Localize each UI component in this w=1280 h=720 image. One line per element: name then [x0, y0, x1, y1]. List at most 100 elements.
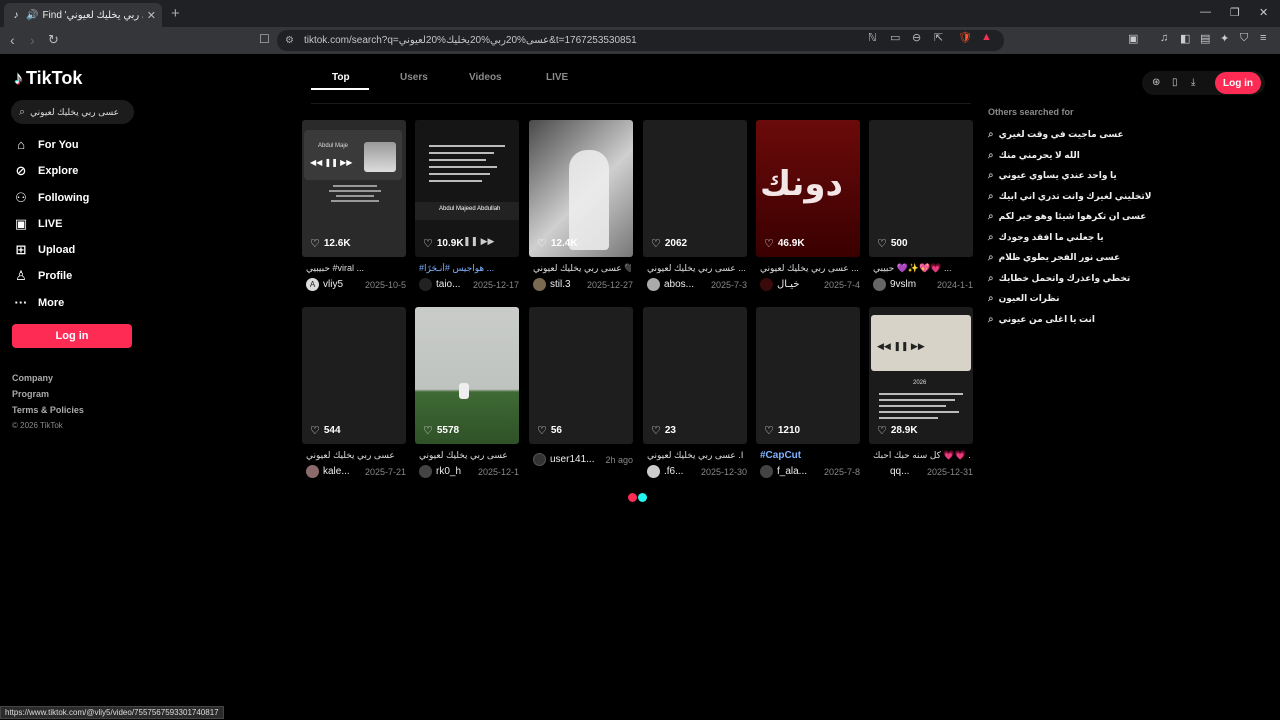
- avatar[interactable]: [873, 278, 886, 291]
- video-caption[interactable]: عسى ربي يخليك لعيوني .I ...: [647, 450, 745, 461]
- suggestion-item[interactable]: ⌕ عسى ان تكرهوا شيئا وهو خير لكم: [988, 211, 1146, 222]
- phone-icon[interactable]: ▯: [1172, 77, 1178, 88]
- suggestion-item[interactable]: ⌕ تخطي واعذرك واتحمل خطايك: [988, 273, 1130, 284]
- avatar[interactable]: [873, 465, 886, 478]
- video-thumbnail[interactable]: ♡ 500: [869, 120, 973, 257]
- username[interactable]: taio...: [436, 279, 460, 290]
- search-input[interactable]: ⌕ عسى ربي يخليك لعيوني: [11, 100, 134, 124]
- suggestion-item[interactable]: ⌕ نظرات العيون: [988, 293, 1060, 304]
- tab-users[interactable]: Users: [400, 72, 428, 83]
- video-thumbnail[interactable]: ♡ 1210: [756, 307, 860, 444]
- sidebar-item-following[interactable]: ⚇ Following: [13, 190, 89, 206]
- suggestion-item[interactable]: ⌕ يا جعلني ما افقد وجودك: [988, 232, 1104, 243]
- restore-icon[interactable]: ❐: [1230, 6, 1240, 19]
- video-thumbnail[interactable]: ◀◀ ❚❚ ▶▶ 2026 ♡ 28.9K: [869, 307, 973, 444]
- video-caption[interactable]: عسى ربي يخليك لعيوني ...: [647, 263, 745, 274]
- forward-icon[interactable]: ›: [30, 32, 35, 48]
- sidebar-item-live[interactable]: ▣ LIVE: [13, 216, 63, 232]
- tab-live[interactable]: LIVE: [546, 72, 568, 83]
- cast-icon[interactable]: ▭: [890, 31, 900, 44]
- translate-icon[interactable]: ℕ: [868, 31, 877, 44]
- video-caption[interactable]: عسى ربي يخليك لعيوني ...: [760, 263, 858, 274]
- share-icon[interactable]: ⇱: [934, 31, 943, 44]
- avatar[interactable]: [306, 465, 319, 478]
- reload-icon[interactable]: ↻: [48, 32, 59, 48]
- coin-icon[interactable]: ⊛: [1152, 77, 1160, 88]
- video-caption[interactable]: عسى ربي يخليك لعيوني: [419, 450, 517, 461]
- avatar[interactable]: [419, 278, 432, 291]
- avatar[interactable]: [647, 278, 660, 291]
- footer-link-program[interactable]: Program: [12, 389, 49, 399]
- header-login-button[interactable]: Log in: [1215, 72, 1261, 94]
- avatar[interactable]: [647, 465, 660, 478]
- avatar[interactable]: [419, 465, 432, 478]
- video-caption[interactable]: عسى ربي يخليك لعيوني: [306, 450, 404, 461]
- video-caption[interactable]: حبيبي 💜✨💖💗 ...: [873, 263, 971, 274]
- avatar[interactable]: [760, 278, 773, 291]
- sidebar-icon[interactable]: ◧: [1180, 32, 1190, 45]
- avatar[interactable]: [533, 453, 546, 466]
- wallet2-icon[interactable]: ▤: [1200, 32, 1210, 45]
- video-thumbnail[interactable]: دونك ♡ 46.9K: [756, 120, 860, 257]
- audio-icon[interactable]: 🔊: [26, 10, 38, 21]
- video-caption[interactable]: حبيبيي #viral ...: [306, 263, 404, 274]
- new-tab-icon[interactable]: +: [171, 5, 180, 22]
- video-thumbnail[interactable]: Abdul Maje ◀◀ ❚❚ ▶▶ ♡ 12.6K: [302, 120, 406, 257]
- leo-icon[interactable]: ✦: [1220, 32, 1229, 45]
- rewards-icon[interactable]: ▲: [981, 31, 992, 43]
- zoom-icon[interactable]: ⊖: [912, 31, 921, 44]
- username[interactable]: f_ala...: [777, 466, 807, 477]
- login-button[interactable]: Log in: [12, 324, 132, 348]
- tab-top[interactable]: Top: [332, 72, 350, 83]
- video-thumbnail[interactable]: ♡ 544: [302, 307, 406, 444]
- menu-icon[interactable]: ≡: [1260, 32, 1266, 44]
- sidebar-item-upload[interactable]: ⊞ Upload: [13, 242, 76, 258]
- footer-link-terms[interactable]: Terms & Policies: [12, 405, 84, 415]
- tiktok-logo[interactable]: ♪ TikTok: [14, 68, 82, 89]
- back-icon[interactable]: ‹: [10, 32, 15, 48]
- browser-tab[interactable]: ♪ 🔊 Find 'عسى ربي يخليك لعيوني' o ✕: [4, 3, 162, 27]
- close-tab-icon[interactable]: ✕: [147, 9, 156, 22]
- video-caption[interactable]: #هواجيس #أنـحَرًا ...: [419, 263, 517, 274]
- username[interactable]: user141...: [550, 454, 594, 465]
- suggestion-item[interactable]: ⌕ انت يا اغلى من عيوني: [988, 314, 1095, 325]
- site-info-icon[interactable]: ⚙: [285, 35, 294, 46]
- username[interactable]: abos...: [664, 279, 694, 290]
- suggestion-item[interactable]: ⌕ عسى ماجيت في وقت لغيري: [988, 129, 1124, 140]
- sidebar-item-for-you[interactable]: ⌂ For You: [13, 137, 78, 152]
- brave-shield-icon[interactable]: 🛡: [958, 31, 972, 44]
- username[interactable]: .f6...: [664, 466, 683, 477]
- sidebar-item-more[interactable]: ··· More: [13, 295, 65, 310]
- username[interactable]: stil.3: [550, 279, 571, 290]
- suggestion-item[interactable]: ⌕ لاتخليني لغيرك وانت تدري اني ابيك: [988, 191, 1151, 202]
- avatar[interactable]: [760, 465, 773, 478]
- video-caption[interactable]: عسى ربي يخليك لعيوني 🖤 ...: [533, 263, 631, 274]
- media-icon[interactable]: ♫: [1160, 32, 1168, 44]
- video-thumbnail[interactable]: ♡ 2062: [643, 120, 747, 257]
- suggestion-item[interactable]: ⌕ الله لا يحرمني منك: [988, 150, 1080, 161]
- wallet-icon[interactable]: ▣: [1128, 32, 1138, 45]
- suggestion-item[interactable]: ⌕ يا واحد عندي يساوي عيوني: [988, 170, 1117, 181]
- video-thumbnail[interactable]: Abdul Majeed Abdullah ❚❚ ▶▶ ♡ 10.9K: [415, 120, 519, 257]
- avatar[interactable]: [533, 278, 546, 291]
- vpn-icon[interactable]: ⛉: [1240, 32, 1248, 45]
- username[interactable]: kale...: [323, 466, 350, 477]
- footer-link-company[interactable]: Company: [12, 373, 53, 383]
- video-thumbnail[interactable]: ♡ 5578: [415, 307, 519, 444]
- username[interactable]: vliy5: [323, 279, 343, 290]
- close-window-icon[interactable]: ✕: [1259, 6, 1268, 19]
- download-icon[interactable]: ⤓: [1191, 77, 1195, 88]
- video-caption[interactable]: كل سنه حبك احبك 💗💗 ...: [873, 450, 971, 461]
- video-thumbnail[interactable]: ♡ 23: [643, 307, 747, 444]
- avatar[interactable]: A: [306, 278, 319, 291]
- username[interactable]: qq...: [890, 466, 909, 477]
- username[interactable]: خيـال: [777, 279, 799, 290]
- bookmark-icon[interactable]: ☐: [259, 32, 270, 46]
- username[interactable]: rk0_h: [436, 466, 461, 477]
- video-caption[interactable]: #CapCut: [760, 450, 858, 461]
- suggestion-item[interactable]: ⌕ عسى نور الفجر يطوي ظلام: [988, 252, 1120, 263]
- username[interactable]: 9vslm: [890, 279, 916, 290]
- video-thumbnail[interactable]: ♡ 12.4K: [529, 120, 633, 257]
- tab-videos[interactable]: Videos: [469, 72, 502, 83]
- sidebar-item-profile[interactable]: ♙ Profile: [13, 268, 72, 284]
